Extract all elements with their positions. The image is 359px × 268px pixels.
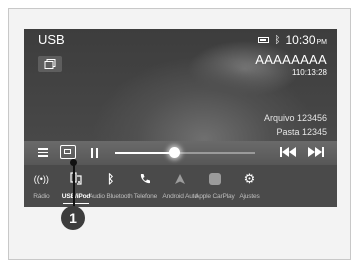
gear-icon: ⚙ [243,171,256,186]
media-area: USB ᛒ 10:30PM AAAAAAAA 110:13:28 Arquivo… [24,29,337,141]
dock-item-carplay[interactable]: Apple CarPlay [195,165,235,207]
usb-ipod-icon [69,172,83,186]
top-bar: USB ᛒ 10:30PM [24,29,337,49]
dock-item-usb[interactable]: USB/iPod [59,165,94,207]
callout-leader-line [73,162,75,208]
dock-label: Telefone [133,193,158,200]
skip-forward-icon[interactable] [308,147,324,158]
dock-label: Apple CarPlay [195,193,235,200]
track-time: 110:13:28 [292,68,327,77]
callout-number: 1 [61,206,85,230]
clock-time: 10:30 [285,33,316,47]
dock-item-radio[interactable]: ((•)) Rádio [24,165,59,207]
clock: 10:30PM [285,33,327,47]
dock-item-phone[interactable]: Telefone [128,165,163,207]
pause-icon[interactable] [91,148,99,158]
source-title: USB [38,32,65,47]
menu-icon[interactable] [38,148,48,157]
folder-name: Pasta 12345 [276,127,327,137]
radio-icon: ((•)) [33,174,49,184]
audio-screen: USB ᛒ 10:30PM AAAAAAAA 110:13:28 Arquivo… [24,29,337,207]
dock-label: Ajustes [239,193,260,200]
file-name: Arquivo 123456 [263,113,327,123]
track-name: AAAAAAAA [255,52,327,67]
skip-back-icon[interactable] [280,147,296,158]
clock-ampm: PM [316,39,328,46]
battery-icon [258,37,270,43]
dock-item-android-auto[interactable]: Android Auto [162,165,198,207]
progress-slider[interactable] [115,147,255,158]
dock-label: Android Auto [162,193,198,200]
dock-label: USB/iPod [61,193,91,200]
android-auto-icon [174,172,186,186]
browse-button[interactable] [60,145,76,159]
progress-knob[interactable] [168,147,180,158]
dock-label: Audio Bluetooth [88,193,133,200]
source-dock: ((•)) Rádio USB/iPod ᛒ Audio Bluetooth T… [24,165,337,207]
dock-label: Rádio [33,193,50,200]
progress-fill [115,152,174,154]
carplay-icon [208,172,221,186]
bluetooth-icon: ᛒ [274,34,281,46]
bluetooth-audio-icon: ᛒ [107,172,115,186]
album-art-button[interactable] [38,56,62,72]
dock-item-bluetooth[interactable]: ᛒ Audio Bluetooth [89,165,133,207]
dock-item-settings[interactable]: ⚙ Ajustes [232,165,267,207]
phone-icon [139,172,151,186]
album-art-icon [44,59,56,69]
status-area: ᛒ 10:30PM [258,33,327,47]
